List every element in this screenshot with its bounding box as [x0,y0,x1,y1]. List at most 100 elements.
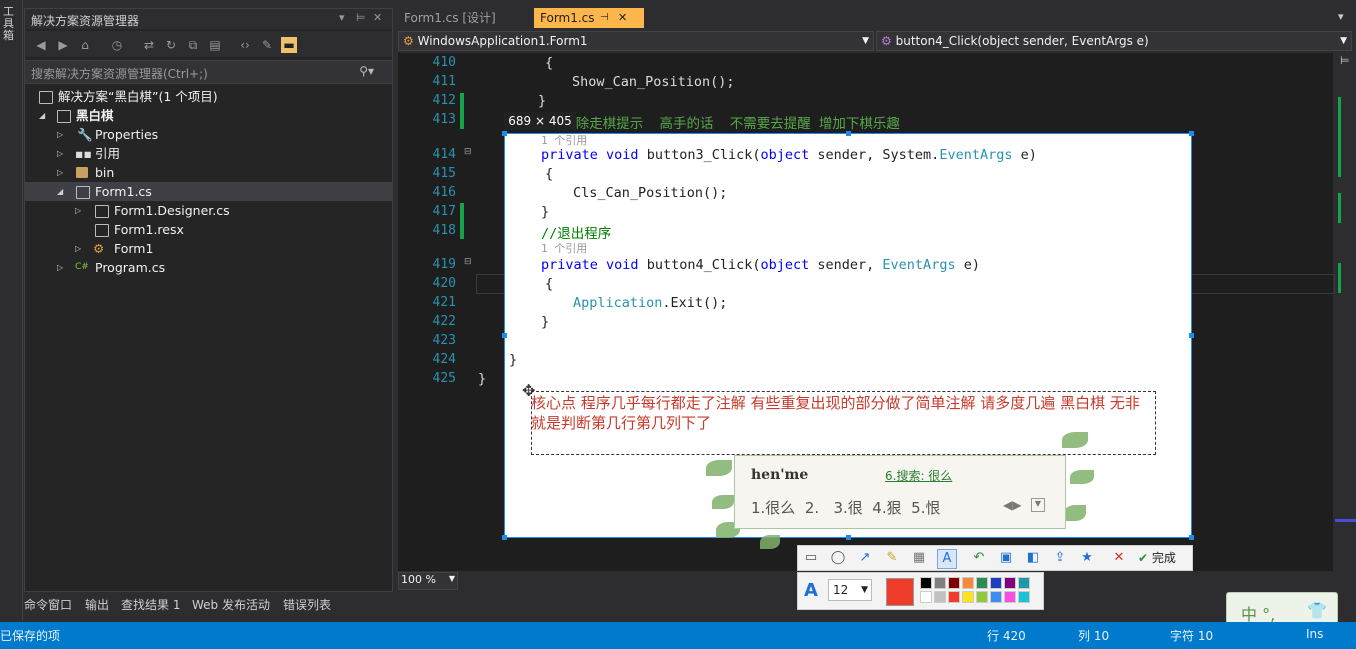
tree-row-bin[interactable]: ▷ bin [25,163,392,182]
resize-handle[interactable] [1189,333,1194,338]
resize-handle[interactable] [846,131,851,136]
ellipse-icon[interactable]: ◯ [829,549,847,567]
color-swatch[interactable] [948,591,960,603]
sync-icon[interactable]: ⇄ [141,37,157,53]
tree-row-references[interactable]: ▷ ▪▪ 引用 [25,144,392,163]
tab-web-publish[interactable]: Web 发布活动 [192,596,270,613]
page-arrows-icon[interactable]: ◀▶ [1003,498,1021,512]
color-swatch[interactable] [1004,577,1016,589]
font-size-dropdown[interactable]: 12 ▼ [828,579,872,601]
tab-error-list[interactable]: 错误列表 [283,596,331,613]
zoom-dropdown[interactable]: 100 % ▼ [398,572,458,590]
color-swatch[interactable] [934,577,946,589]
brush-icon[interactable]: ✎ [883,549,901,567]
tree-row-project[interactable]: ◢ 黑白棋 [25,106,392,125]
search-icon[interactable]: ⚲▾ [359,64,374,78]
pin-icon[interactable]: ⊨ [356,11,366,24]
text-annotation[interactable]: 核心点 程序几乎每行都走了注解 有些重复出现的部分做了简单注解 请多度几遍 黑白… [531,393,1151,433]
toolbox-label[interactable]: 工具箱 [3,6,17,42]
pin-icon[interactable]: ⊣ [600,8,609,28]
show-all-files-icon[interactable]: ▤ [207,37,223,53]
tab-overflow-icon[interactable]: ▾ [1338,10,1344,23]
toolbox-strip[interactable]: 工具箱 [0,0,23,620]
color-swatch[interactable] [1018,591,1030,603]
pin-to-screen-icon[interactable]: ◧ [1024,549,1042,567]
resize-handle[interactable] [1189,535,1194,540]
cancel-icon[interactable]: ✕ [1110,549,1128,567]
properties-icon[interactable]: ✎ [259,37,275,53]
close-icon[interactable]: ✕ [618,8,627,28]
view-code-icon[interactable]: ‹› [237,37,253,53]
color-swatch[interactable] [976,591,988,603]
tab-form1-design[interactable]: Form1.cs [设计] [398,8,530,28]
expanded-icon[interactable]: ◢ [57,182,63,201]
tab-output[interactable]: 输出 [85,596,109,613]
color-swatch[interactable] [948,577,960,589]
collapsed-icon[interactable]: ▷ [57,144,63,163]
color-swatch[interactable] [1004,591,1016,603]
tab-form1-code[interactable]: Form1.cs ⊣ ✕ [534,8,644,28]
color-swatch[interactable] [990,591,1002,603]
done-button[interactable]: ✔ 完成 [1138,549,1176,566]
collapse-toggle-icon[interactable]: ⊟ [464,147,472,157]
color-swatch[interactable] [976,577,988,589]
color-swatch[interactable] [920,591,932,603]
refresh-icon[interactable]: ↻ [163,37,179,53]
move-icon[interactable]: ✥ [522,381,535,400]
resize-handle[interactable] [1189,131,1194,136]
close-icon[interactable]: ✕ [373,11,382,24]
undo-icon[interactable]: ↶ [970,549,988,567]
color-swatch[interactable] [1018,577,1030,589]
resize-handle[interactable] [502,131,507,136]
member-dropdown[interactable]: ⚙ button4_Click(object sender, EventArgs… [876,31,1352,51]
vertical-scrollbar[interactable]: ⊨ [1335,53,1356,571]
home-icon[interactable]: ⌂ [77,37,93,53]
collapsed-icon[interactable]: ▷ [57,125,63,144]
color-swatch[interactable] [962,591,974,603]
ime-candidates[interactable]: 1.很么 2. 3.很 4.狠 5.恨 [751,497,940,518]
forward-icon[interactable]: ▶ [55,37,71,53]
tab-find-results[interactable]: 查找结果 1 [121,596,180,613]
color-swatch[interactable] [920,577,932,589]
line-number-gutter: 410 411 412 413 414 415 416 417 418 419 … [398,53,473,571]
color-swatch[interactable] [962,577,974,589]
rectangle-icon[interactable]: ▭ [802,549,820,567]
tab-command-window[interactable]: 命令窗口 [24,596,72,613]
favorite-icon[interactable]: ★ [1078,549,1096,567]
collapsed-icon[interactable]: ▷ [75,201,81,220]
resize-handle[interactable] [502,535,507,540]
type-dropdown[interactable]: ⚙ WindowsApplication1.Form1 ▼ [398,31,874,51]
text-tool-icon[interactable]: A [937,549,957,569]
tree-row-program[interactable]: ▷ C# Program.cs [25,258,392,277]
tree-row-properties[interactable]: ▷ 🔧 Properties [25,125,392,144]
tree-row-resx[interactable]: Form1.resx [25,220,392,239]
chevron-down-icon[interactable]: ▾ [339,11,345,24]
split-icon[interactable]: ⊨ [1340,54,1350,67]
mosaic-icon[interactable]: ▦ [910,549,928,567]
share-icon[interactable]: ⇪ [1051,549,1069,567]
history-icon[interactable]: ◷ [109,37,125,53]
collapse-all-icon[interactable]: ⧉ [185,37,201,53]
back-icon[interactable]: ◀ [33,37,49,53]
tree-row-form1-cs[interactable]: ◢ Form1.cs [25,182,392,201]
arrow-icon[interactable]: ↗ [856,549,874,567]
collapse-toggle-icon[interactable]: ⊟ [464,257,472,267]
ime-search-link[interactable]: 6.搜索: 很么 [885,467,952,484]
preview-selected-icon[interactable]: ▬ [281,37,297,53]
collapsed-icon[interactable]: ▷ [57,163,63,182]
tree-row-designer[interactable]: ▷ Form1.Designer.cs [25,201,392,220]
tree-row-solution[interactable]: 解决方案“黑白棋”(1 个项目) [25,87,392,106]
skin-icon[interactable]: 👕 [1307,601,1327,620]
current-color-swatch[interactable] [886,578,914,606]
resize-handle[interactable] [502,333,507,338]
expanded-icon[interactable]: ◢ [39,106,45,125]
tree-row-form1-class[interactable]: ▷ ⚙ Form1 [25,239,392,258]
resize-handle[interactable] [846,535,851,540]
color-swatch[interactable] [990,577,1002,589]
solution-search-box[interactable]: 搜索解决方案资源管理器(Ctrl+;) ⚲▾ [25,60,392,84]
expand-icon[interactable]: ▼ [1031,498,1045,512]
save-icon[interactable]: ▣ [997,549,1015,567]
collapsed-icon[interactable]: ▷ [75,239,81,258]
color-swatch[interactable] [934,591,946,603]
collapsed-icon[interactable]: ▷ [57,258,63,277]
